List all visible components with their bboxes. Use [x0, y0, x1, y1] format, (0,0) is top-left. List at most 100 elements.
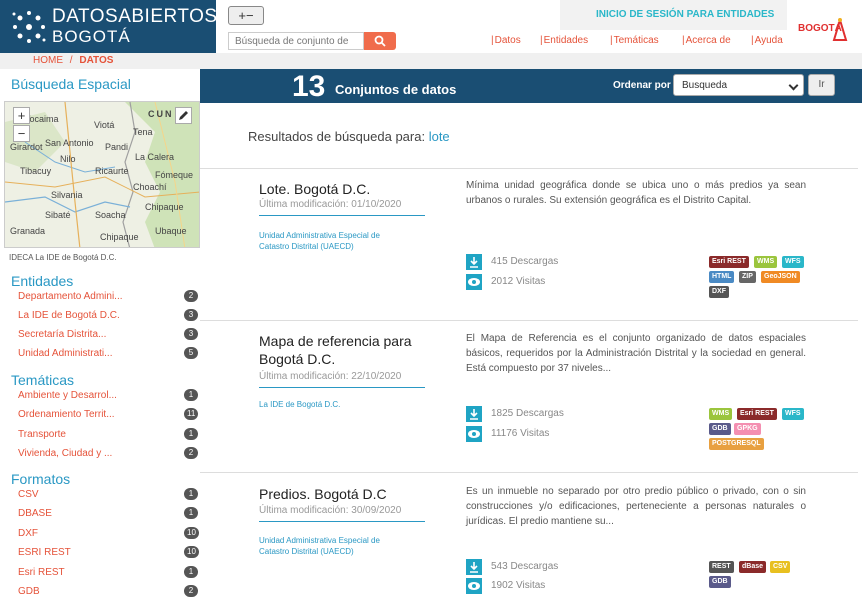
dataset-org[interactable]: Unidad Administrativa Especial de Catast… [259, 535, 409, 557]
map-label: Pandi [105, 142, 129, 152]
map-label: CUN [148, 109, 174, 119]
dataset-title[interactable]: Predios. Bogotá D.C [259, 485, 439, 503]
results-heading: Resultados de búsqueda para: lote [248, 129, 450, 144]
logo-title: DATOSABIERTOS [52, 6, 218, 27]
search-icon [374, 35, 386, 47]
format-badge[interactable]: WMS [754, 256, 778, 268]
city-logo-icon [832, 18, 848, 41]
format-badge[interactable]: CSV [770, 561, 791, 573]
format-badge[interactable]: POSTGRESQL [709, 438, 764, 450]
spatial-map[interactable]: CUN Tocaima Viotá Tena San Antonio Girar… [4, 101, 200, 248]
format-badge[interactable]: GPKG [734, 423, 761, 435]
filter-tematica[interactable]: Transporte [18, 429, 66, 440]
filter-count: 3 [184, 309, 198, 321]
map-label: La Calera [135, 152, 175, 162]
visits-count: 1902 Visitas [491, 580, 546, 591]
format-badge[interactable]: Esri REST [709, 256, 749, 268]
breadcrumb-separator: / [69, 55, 73, 66]
map-label: Sibaté [45, 210, 71, 220]
breadcrumb-home[interactable]: HOME [33, 55, 63, 66]
map-draw-button[interactable] [175, 107, 192, 124]
filter-entidad[interactable]: Secretaría Distrita... [18, 329, 106, 340]
filter-count: 11 [184, 408, 199, 420]
filter-count: 1 [184, 507, 198, 519]
filter-entidad[interactable]: Departamento Admini... [18, 291, 123, 302]
dataset-modified: Última modificación: 30/09/2020 [259, 505, 402, 516]
downloads-count: 1825 Descargas [491, 408, 564, 419]
filter-entidad[interactable]: Unidad Administrati... [18, 348, 113, 359]
search-input[interactable]: Búsqueda de conjunto de [228, 32, 364, 50]
session-link[interactable]: INICIO DE SESIÓN PARA ENTIDADES [596, 9, 774, 20]
divider [200, 472, 858, 473]
dataset-title[interactable]: Mapa de referencia para Bogotá D.C. [259, 332, 419, 368]
divider [259, 521, 425, 522]
results-term[interactable]: lote [429, 129, 450, 144]
entidades-title: Entidades [11, 273, 74, 289]
format-badge[interactable]: HTML [709, 271, 735, 283]
filter-count: 2 [184, 290, 198, 302]
map-label: Ubaque [155, 226, 187, 236]
font-size-toggle[interactable]: +− [228, 6, 264, 25]
filter-formato[interactable]: Esri REST [18, 567, 65, 578]
visits-stat: 11176 Visitas [466, 426, 586, 442]
format-badge[interactable]: GeoJSON [761, 271, 800, 283]
format-badge[interactable]: WFS [782, 408, 804, 420]
dataset-count: 13 [292, 70, 326, 103]
sort-select[interactable]: Busqueda [673, 74, 804, 96]
filter-formato[interactable]: CSV [18, 489, 39, 500]
filter-count: 2 [184, 585, 198, 597]
format-badge[interactable]: ZIP [739, 271, 756, 283]
format-badge[interactable]: GDB [709, 423, 731, 435]
dataset-org[interactable]: La IDE de Bogotá D.C. [259, 399, 409, 410]
nav-datos[interactable]: Datos [491, 35, 521, 46]
format-badge[interactable]: dBase [739, 561, 767, 573]
filter-tematica[interactable]: Ordenamiento Territ... [18, 409, 115, 420]
logo-subtitle: BOGOTÁ [52, 27, 131, 46]
pencil-icon [179, 111, 188, 120]
sort-go-button[interactable]: Ir [808, 74, 835, 96]
sort-label: Ordenar por [613, 80, 671, 91]
map-label: Chipaque [100, 232, 139, 242]
filter-count: 3 [184, 328, 198, 340]
format-badge[interactable]: REST [709, 561, 734, 573]
format-badge[interactable]: WMS [709, 408, 733, 420]
nav-entidades[interactable]: Entidades [540, 35, 588, 46]
eye-icon [466, 274, 482, 290]
filter-formato[interactable]: ESRI REST [18, 547, 71, 558]
site-logo[interactable]: DATOSABIERTOS BOGOTÁ [0, 0, 218, 53]
filter-entidad[interactable]: La IDE de Bogotá D.C. [18, 310, 120, 321]
dataset-org[interactable]: Unidad Administrativa Especial de Catast… [259, 230, 409, 252]
formatos-title: Formatos [11, 471, 71, 487]
nav-ayuda[interactable]: Ayuda [751, 35, 783, 46]
filter-formato[interactable]: DXF [18, 528, 38, 539]
map-label: Soacha [95, 210, 126, 220]
map-label: Tocaima [25, 114, 59, 124]
filter-count: 10 [184, 546, 199, 558]
session-link-box[interactable]: INICIO DE SESIÓN PARA ENTIDADES [560, 0, 787, 30]
filter-count: 1 [184, 566, 198, 578]
map-zoom-out-button[interactable]: − [13, 125, 30, 142]
filter-formato[interactable]: GDB [18, 586, 40, 597]
eye-icon [466, 426, 482, 442]
dataset-count-label: Conjuntos de datos [335, 82, 457, 97]
download-icon [466, 559, 482, 575]
filter-tematica[interactable]: Ambiente y Desarrol... [18, 390, 117, 401]
tematicas-title: Temáticas [11, 372, 75, 388]
visits-count: 11176 Visitas [491, 428, 550, 439]
nav-acerca[interactable]: Acerca de [682, 35, 731, 46]
search-button[interactable] [364, 32, 396, 50]
filter-tematica[interactable]: Vivienda, Ciudad y ... [18, 448, 112, 459]
map-zoom-in-button[interactable]: + [13, 107, 30, 124]
format-badge[interactable]: Esri REST [737, 408, 777, 420]
visits-stat: 1902 Visitas [466, 578, 586, 594]
breadcrumb-current: DATOS [79, 55, 114, 66]
map-label: Viotá [94, 120, 115, 130]
city-logo[interactable]: BOGOTÁ [798, 18, 848, 41]
downloads-stat: 1825 Descargas [466, 406, 586, 422]
nav-tematicas[interactable]: Temáticas [610, 35, 659, 46]
format-badge[interactable]: GDB [709, 576, 731, 588]
format-badge[interactable]: DXF [709, 286, 729, 298]
format-badge[interactable]: WFS [782, 256, 804, 268]
dataset-title[interactable]: Lote. Bogotá D.C. [259, 180, 439, 198]
filter-formato[interactable]: DBASE [18, 508, 52, 519]
